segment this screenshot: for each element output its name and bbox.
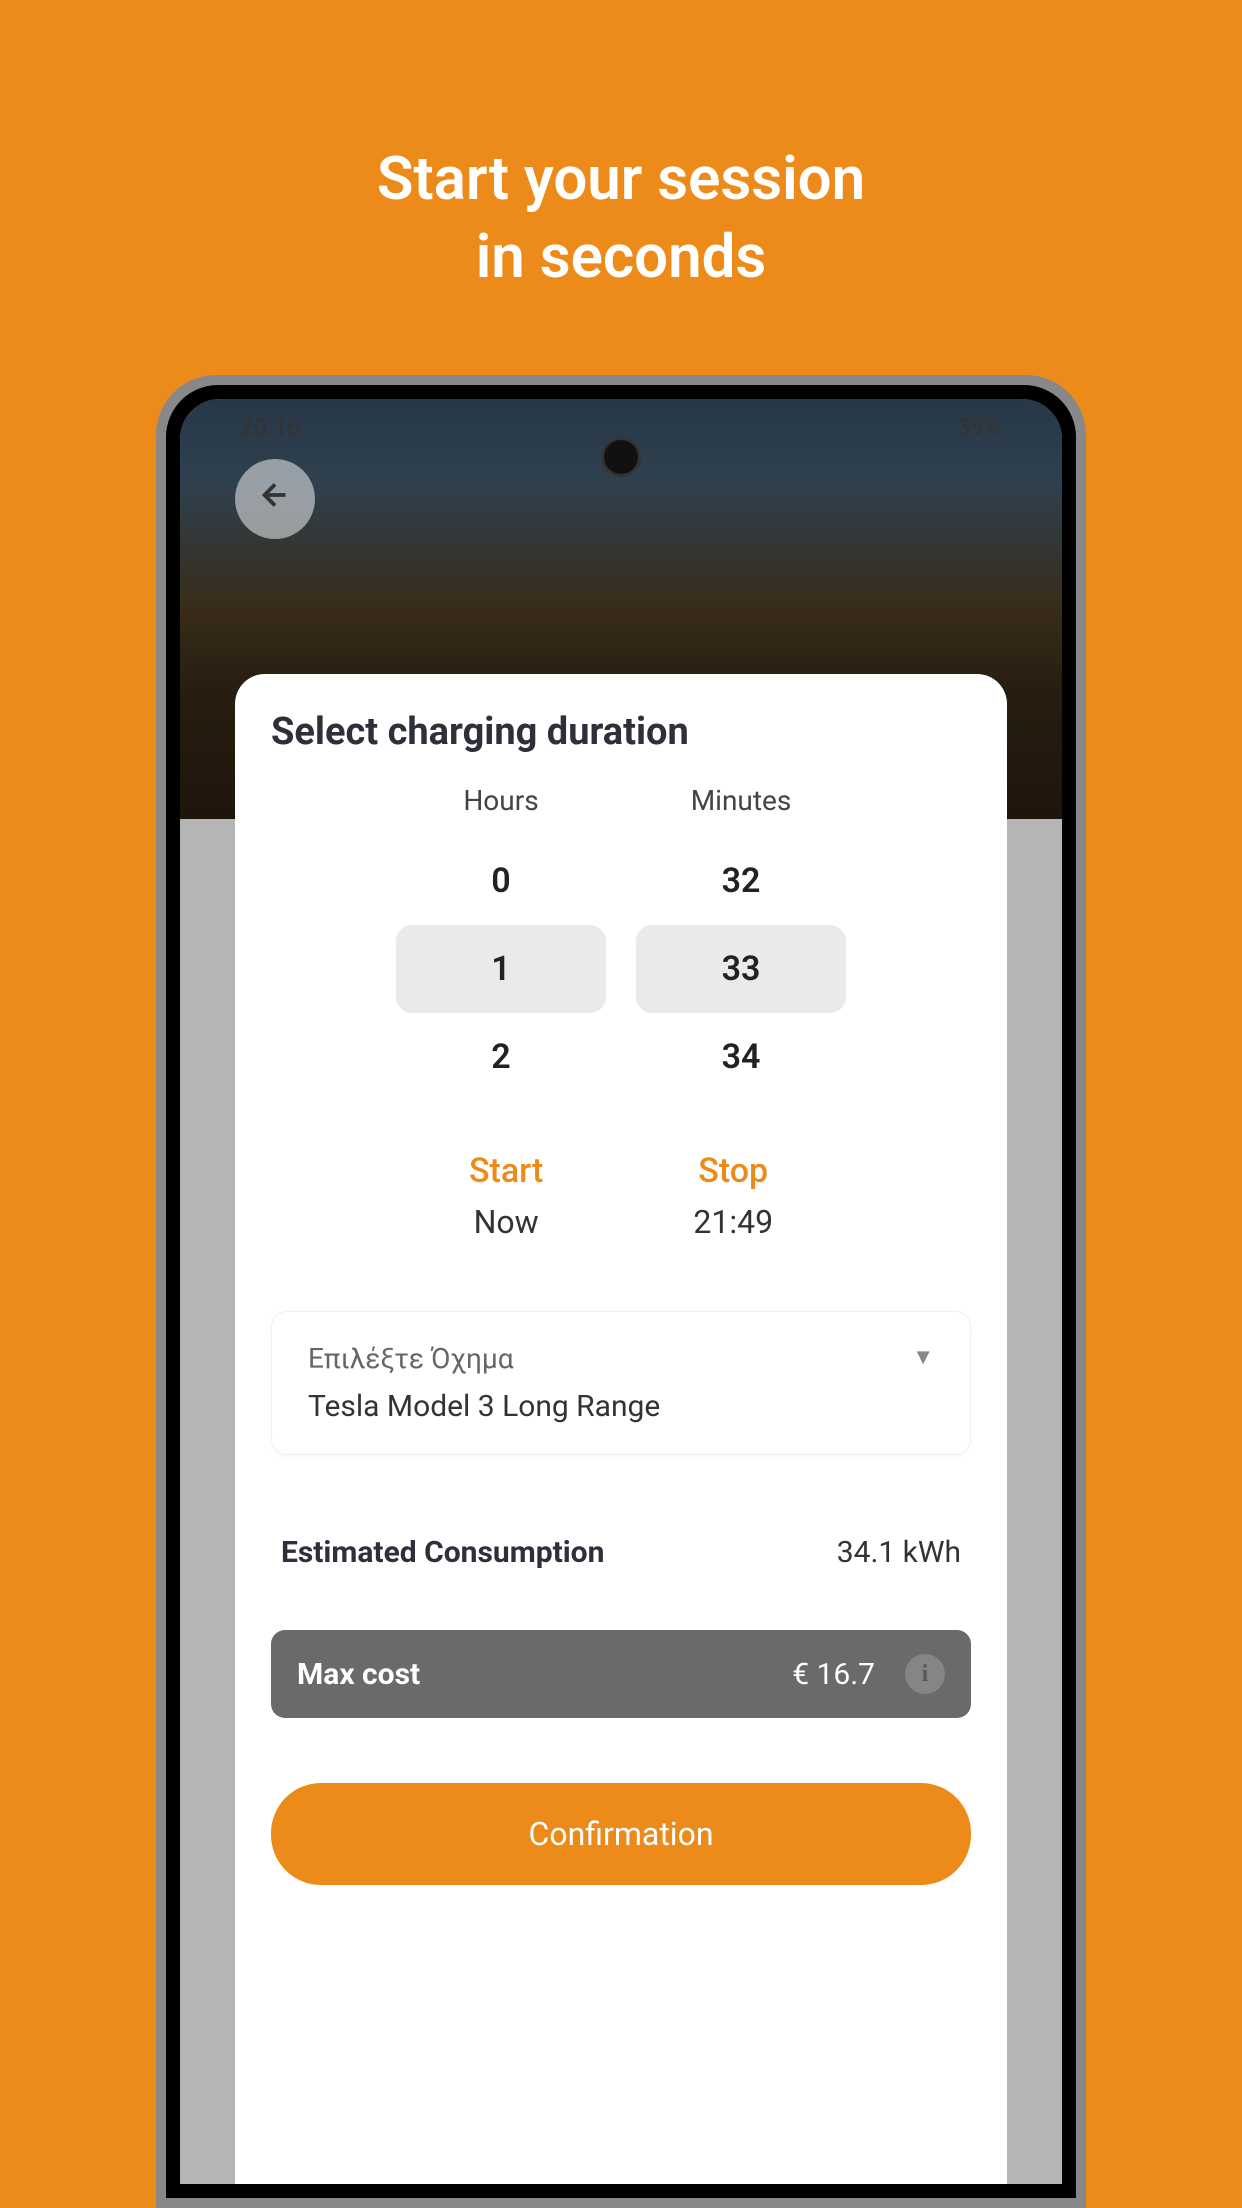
- max-cost-right: € 16.7 i: [792, 1654, 945, 1694]
- back-button[interactable]: [235, 459, 315, 539]
- start-label: Start: [469, 1151, 543, 1191]
- vehicle-select[interactable]: Επιλέξτε Όχημα Tesla Model 3 Long Range …: [271, 1311, 971, 1455]
- phone-frame: 20:16 39% Select charging duration: [156, 375, 1086, 2208]
- duration-picker: Hours 0 1 2 Minutes 32 33 34: [271, 784, 971, 1101]
- arrow-left-icon: [257, 476, 293, 523]
- status-time: 20:16: [240, 413, 301, 441]
- status-battery: 39%: [957, 413, 1002, 441]
- consumption-value: 34.1 kWh: [837, 1535, 961, 1570]
- vehicle-select-label: Επιλέξτε Όχημα: [308, 1342, 934, 1375]
- consumption-label: Estimated Consumption: [281, 1535, 604, 1570]
- status-bar-left: 20:16: [240, 413, 301, 441]
- max-cost-label: Max cost: [297, 1657, 420, 1692]
- hours-selected[interactable]: 1: [396, 925, 606, 1013]
- card-title: Select charging duration: [271, 710, 971, 754]
- duration-card: Select charging duration Hours 0 1 2 Min…: [235, 674, 1007, 2184]
- info-icon[interactable]: i: [905, 1654, 945, 1694]
- minutes-label: Minutes: [691, 784, 792, 817]
- max-cost-value: € 16.7: [792, 1657, 875, 1692]
- max-cost-row: Max cost € 16.7 i: [271, 1630, 971, 1718]
- minutes-selected[interactable]: 33: [636, 925, 846, 1013]
- hours-label: Hours: [463, 784, 538, 817]
- hero-line-1: Start your session: [0, 140, 1242, 218]
- status-bar-right: 39%: [957, 413, 1002, 441]
- hours-next[interactable]: 2: [396, 1013, 606, 1101]
- time-row: Start Now Stop 21:49: [271, 1151, 971, 1241]
- camera-notch: [601, 437, 641, 477]
- stop-value: 21:49: [693, 1203, 773, 1241]
- minutes-prev[interactable]: 32: [636, 837, 846, 925]
- hero-line-2: in seconds: [0, 218, 1242, 296]
- minutes-next[interactable]: 34: [636, 1013, 846, 1101]
- hero-text: Start your session in seconds: [0, 0, 1242, 296]
- confirmation-button[interactable]: Confirmation: [271, 1783, 971, 1885]
- phone-inner: 20:16 39% Select charging duration: [166, 385, 1076, 2198]
- vehicle-select-value: Tesla Model 3 Long Range: [308, 1389, 934, 1424]
- minutes-picker[interactable]: Minutes 32 33 34: [636, 784, 846, 1101]
- chevron-down-icon: ▼: [912, 1344, 934, 1370]
- start-value: Now: [469, 1203, 543, 1241]
- stop-label: Stop: [693, 1151, 773, 1191]
- hours-prev[interactable]: 0: [396, 837, 606, 925]
- phone-screen: 20:16 39% Select charging duration: [180, 399, 1062, 2184]
- stop-time: Stop 21:49: [693, 1151, 773, 1241]
- hours-picker[interactable]: Hours 0 1 2: [396, 784, 606, 1101]
- consumption-row: Estimated Consumption 34.1 kWh: [271, 1535, 971, 1570]
- start-time: Start Now: [469, 1151, 543, 1241]
